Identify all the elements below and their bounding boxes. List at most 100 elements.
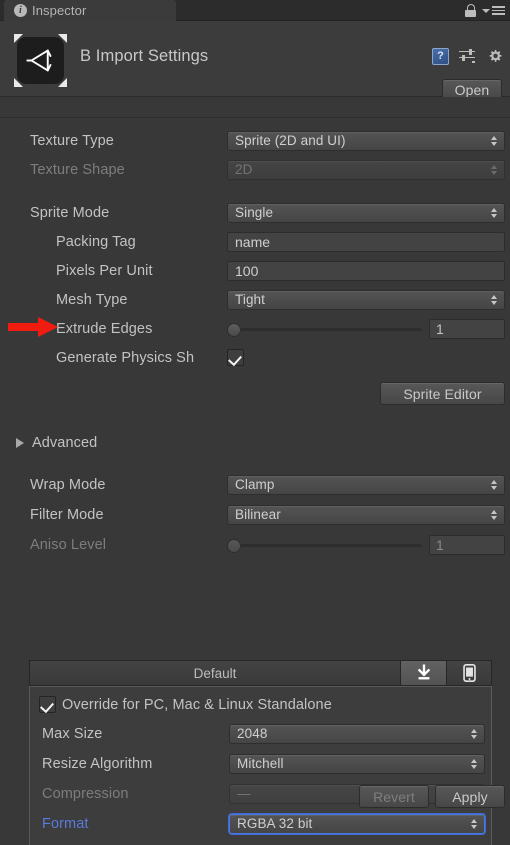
advanced-foldout-label: Advanced: [32, 435, 98, 451]
inspector-body: Texture Type Sprite (2D and UI) Texture …: [0, 97, 510, 845]
platform-tab-mobile[interactable]: [446, 660, 492, 686]
slider-handle: [227, 538, 241, 553]
field-extrude-edges: Extrude Edges 1: [0, 319, 510, 339]
field-label-format: Format: [42, 816, 89, 832]
field-sprite-mode: Sprite Mode Single: [0, 203, 510, 223]
input-value: 1: [436, 537, 444, 553]
chevron-updown-icon: [471, 759, 477, 769]
field-label: Extrude Edges: [56, 321, 153, 337]
mobile-phone-icon: [462, 664, 476, 682]
pixels-per-unit-input[interactable]: 100: [227, 261, 505, 281]
extrude-edges-value-input[interactable]: 1: [429, 319, 505, 339]
aniso-level-slider: [227, 538, 422, 553]
preset-sliders-icon[interactable]: [459, 48, 476, 64]
header-icon-group: ?: [432, 47, 504, 65]
help-book-icon[interactable]: ?: [432, 47, 449, 65]
resize-algorithm-dropdown[interactable]: Mitchell: [229, 754, 485, 774]
apply-button[interactable]: Apply: [435, 785, 505, 808]
tab-inspector-label: Inspector: [32, 3, 87, 18]
red-arrow-annotation: [8, 317, 58, 337]
slider-handle[interactable]: [227, 322, 241, 337]
aniso-level-slider-group: 1: [227, 535, 505, 555]
chevron-updown-icon: [491, 208, 497, 218]
input-value: 1: [436, 321, 444, 337]
field-aniso-level: Aniso Level 1: [0, 535, 510, 555]
field-pixels-per-unit: Pixels Per Unit 100: [0, 261, 510, 281]
advanced-foldout[interactable]: Advanced: [16, 433, 97, 453]
field-label-max-size: Max Size: [42, 726, 103, 742]
field-mesh-type: Mesh Type Tight: [0, 290, 510, 310]
lock-icon[interactable]: [465, 4, 476, 17]
platform-tab-default[interactable]: Default: [29, 660, 400, 686]
field-label: Pixels Per Unit: [56, 263, 153, 279]
hamburger-menu-icon[interactable]: [482, 6, 505, 15]
field-label: Packing Tag: [56, 234, 136, 250]
packing-tag-input[interactable]: name: [227, 232, 505, 252]
sprite-editor-button[interactable]: Sprite Editor: [380, 382, 505, 405]
dropdown-value: 2048: [237, 726, 268, 742]
field-label: Texture Type: [30, 133, 114, 149]
dropdown-value: Tight: [235, 292, 266, 308]
chevron-updown-icon: [491, 136, 497, 146]
chevron-updown-icon: [471, 819, 477, 829]
field-texture-shape: Texture Shape 2D: [0, 160, 510, 180]
filter-mode-dropdown[interactable]: Bilinear: [227, 505, 505, 525]
info-icon: i: [14, 4, 27, 17]
max-size-dropdown[interactable]: 2048: [229, 724, 485, 744]
format-dropdown[interactable]: RGBA 32 bit: [229, 814, 485, 834]
field-label: Sprite Mode: [30, 205, 110, 221]
dropdown-value: 2D: [235, 162, 253, 178]
override-platform-label: Override for PC, Mac & Linux Standalone: [62, 697, 332, 713]
field-label: Texture Shape: [30, 162, 125, 178]
divider-top: [0, 117, 510, 118]
dropdown-value: RGBA 32 bit: [237, 816, 313, 832]
chevron-updown-icon: [491, 480, 497, 490]
extrude-edges-slider-group: 1: [227, 319, 505, 339]
field-filter-mode: Filter Mode Bilinear: [0, 505, 510, 525]
chevron-right-icon: [16, 438, 24, 448]
field-label: Generate Physics Sh: [56, 350, 195, 366]
field-generate-physics-shape: Generate Physics Sh: [0, 348, 510, 368]
field-label: Wrap Mode: [30, 477, 106, 493]
chevron-updown-icon: [491, 165, 497, 175]
chevron-updown-icon: [491, 510, 497, 520]
aniso-level-value-input: 1: [429, 535, 505, 555]
object-header: B Import Settings ? Open: [0, 21, 510, 100]
field-label: Mesh Type: [56, 292, 128, 308]
chevron-updown-icon: [471, 729, 477, 739]
dropdown-value: Bilinear: [235, 507, 281, 523]
wrap-mode-dropdown[interactable]: Clamp: [227, 475, 505, 495]
dropdown-value: Clamp: [235, 477, 275, 493]
unity-asset-icon: [13, 33, 68, 88]
inspector-window: i Inspector B Import Settings ? Open Tex…: [0, 0, 510, 845]
field-label-resize-algorithm: Resize Algorithm: [42, 756, 153, 772]
override-platform-checkbox[interactable]: [39, 696, 56, 713]
mesh-type-dropdown[interactable]: Tight: [227, 290, 505, 310]
input-value: name: [235, 234, 271, 250]
dropdown-value: Mitchell: [237, 756, 284, 772]
field-packing-tag: Packing Tag name: [0, 232, 510, 252]
dropdown-value: —: [237, 786, 251, 802]
texture-shape-dropdown: 2D: [227, 160, 505, 180]
gear-icon[interactable]: [486, 47, 504, 65]
field-wrap-mode: Wrap Mode Clamp: [0, 475, 510, 495]
tab-bar-actions: [465, 0, 505, 21]
standalone-download-icon: [417, 664, 430, 680]
field-label: Filter Mode: [30, 507, 104, 523]
field-label-compression: Compression: [42, 786, 129, 802]
page-title: B Import Settings: [80, 47, 209, 65]
generate-physics-shape-checkbox[interactable]: [227, 349, 244, 366]
platform-tab-strip: Default: [29, 660, 492, 686]
dropdown-value: Single: [235, 205, 274, 221]
dropdown-value: Sprite (2D and UI): [235, 133, 346, 149]
input-value: 100: [235, 263, 259, 279]
extrude-edges-slider[interactable]: [227, 322, 422, 337]
chevron-updown-icon: [491, 295, 497, 305]
sprite-mode-dropdown[interactable]: Single: [227, 203, 505, 223]
tab-inspector[interactable]: i Inspector: [4, 0, 176, 21]
field-texture-type: Texture Type Sprite (2D and UI): [0, 131, 510, 151]
field-label: Aniso Level: [30, 537, 107, 553]
platform-tab-standalone[interactable]: [400, 660, 446, 686]
texture-type-dropdown[interactable]: Sprite (2D and UI): [227, 131, 505, 151]
revert-button[interactable]: Revert: [359, 785, 429, 808]
